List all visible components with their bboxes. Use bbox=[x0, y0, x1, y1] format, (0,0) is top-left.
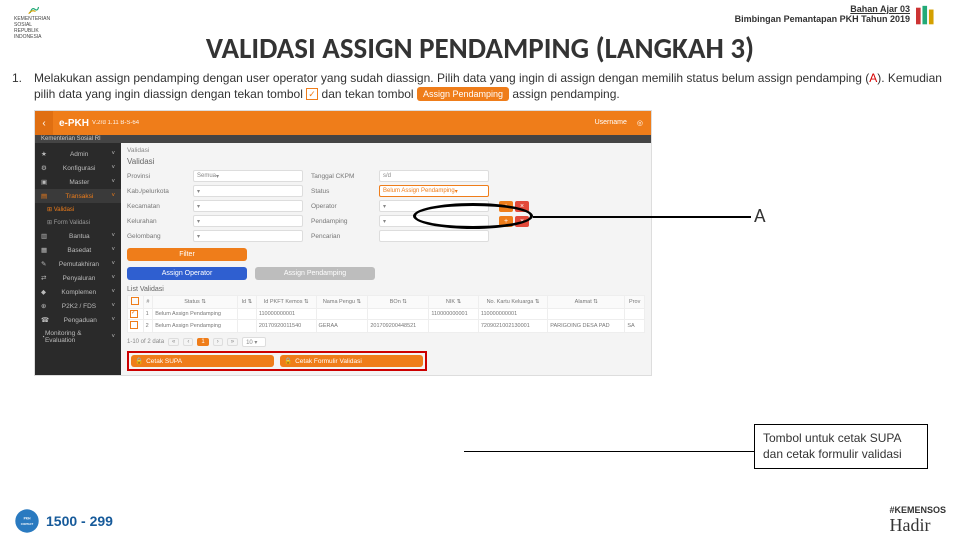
settings-icon[interactable]: ◎ bbox=[637, 119, 643, 127]
sidebar-sub-validasi[interactable]: ⊞ Validasi bbox=[35, 203, 121, 216]
checkbox-icon bbox=[306, 88, 318, 100]
status-select[interactable]: Belum Assign Pendamping ▾ bbox=[379, 185, 489, 197]
row-checkbox[interactable] bbox=[130, 321, 138, 329]
app-screenshot: ‹ e-PKH V.2rd 1.11 B-S-64 Username ◎ Kem… bbox=[34, 110, 652, 376]
print-buttons-group: 🔒 Cetak SUPA 🔒 Cetak Formulir Validasi bbox=[127, 351, 427, 371]
sidebar-item-p2k2[interactable]: ⊕ P2K2 / FDS˅ bbox=[35, 299, 121, 313]
list-title: List Validasi bbox=[127, 286, 645, 293]
sidebar-item-komplemen[interactable]: ◆ Komplemen˅ bbox=[35, 285, 121, 299]
sidebar-item-konfigurasi[interactable]: ⚙ Konfigurasi˅ bbox=[35, 161, 121, 175]
operator-select[interactable]: ▾ bbox=[379, 200, 489, 212]
pager-next[interactable]: › bbox=[213, 338, 223, 346]
callout-text: Tombol untuk cetak SUPA dan cetak formul… bbox=[754, 424, 928, 469]
op-add-btn[interactable]: + bbox=[499, 201, 513, 212]
breadcrumb: Validasi bbox=[127, 147, 645, 154]
sidebar: ★ Admin˅ ⚙ Konfigurasi˅ ▣ Master˅ ▤ Tran… bbox=[35, 143, 121, 375]
kab-select[interactable]: ▾ bbox=[193, 185, 303, 197]
pager-size-select[interactable]: 10 ▾ bbox=[242, 337, 266, 347]
row-checkbox[interactable] bbox=[130, 310, 138, 318]
sidebar-item-pengaduan[interactable]: ☎ Pengaduan˅ bbox=[35, 313, 121, 327]
cetak-formulir-button[interactable]: 🔒 Cetak Formulir Validasi bbox=[280, 355, 423, 367]
pencarian-input[interactable] bbox=[379, 230, 489, 242]
sidebar-sub-form-validasi[interactable]: ⊞ Form Validasi bbox=[35, 216, 121, 229]
pd-del-btn[interactable]: × bbox=[515, 216, 529, 227]
doc-header: Bahan Ajar 03 Bimbingan Pemantapan PKH T… bbox=[735, 4, 910, 24]
assign-pendamping-inline-btn: Assign Pendamping bbox=[417, 87, 509, 101]
validasi-table: #Status ⇅Id ⇅Id PKFT Kemos ⇅Nama Pengu ⇅… bbox=[127, 295, 645, 333]
sidebar-item-basedat[interactable]: ▦ Basedat˅ bbox=[35, 243, 121, 257]
tanggal-input[interactable]: s/d bbox=[379, 170, 489, 182]
kemensos-logo: KEMENTERIAN SOSIAL REPUBLIK INDONESIA bbox=[14, 4, 54, 40]
assign-pendamping-button[interactable]: Assign Pendamping bbox=[255, 267, 375, 280]
kelurahan-select[interactable]: ▾ bbox=[193, 215, 303, 227]
slide-title: VALIDASI ASSIGN PENDAMPING (LANGKAH 3) bbox=[0, 30, 960, 66]
sidebar-item-monev[interactable]: ◔ Monitoring & Evaluation˅ bbox=[35, 327, 121, 347]
op-del-btn[interactable]: × bbox=[515, 201, 529, 212]
sidebar-item-bantua[interactable]: ▥ Bantua˅ bbox=[35, 229, 121, 243]
annotation-label-a: A bbox=[754, 204, 766, 228]
sidebar-item-transaksi[interactable]: ▤ Transaksi˅ bbox=[35, 189, 121, 203]
pager-last[interactable]: » bbox=[227, 338, 238, 346]
contact-number: PKHCONTACT 1500 - 299 bbox=[14, 508, 113, 534]
pager-page-1[interactable]: 1 bbox=[197, 338, 208, 346]
filter-button[interactable]: Filter bbox=[127, 248, 247, 261]
gelombang-select[interactable]: ▾ bbox=[193, 230, 303, 242]
app-brand: e-PKH bbox=[59, 118, 89, 129]
back-button[interactable]: ‹ bbox=[35, 111, 53, 135]
sidebar-item-master[interactable]: ▣ Master˅ bbox=[35, 175, 121, 189]
cetak-supa-button[interactable]: 🔒 Cetak SUPA bbox=[131, 355, 274, 367]
user-menu[interactable]: Username bbox=[595, 119, 627, 127]
assign-operator-button[interactable]: Assign Operator bbox=[127, 267, 247, 280]
table-row[interactable]: 2Belum Assign Pendamping20170920011540GE… bbox=[128, 320, 645, 333]
kemensos-hadir-logo: #KEMENSOS Hadir bbox=[889, 505, 946, 536]
pendamping-select[interactable]: ▾ bbox=[379, 215, 489, 227]
pager-prev[interactable]: ‹ bbox=[183, 338, 193, 346]
sidebar-item-penyaluran[interactable]: ⇄ Penyaluran˅ bbox=[35, 271, 121, 285]
provinsi-select[interactable]: Semua ▾ bbox=[193, 170, 303, 182]
svg-text:PKH: PKH bbox=[24, 516, 32, 520]
pager-first[interactable]: « bbox=[168, 338, 179, 346]
annotation-line-callout bbox=[464, 451, 754, 452]
select-all-checkbox[interactable] bbox=[131, 297, 139, 305]
pd-add-btn[interactable]: + bbox=[499, 216, 513, 227]
table-row[interactable]: 1Belum Assign Pendamping1100000000011100… bbox=[128, 309, 645, 320]
svg-text:CONTACT: CONTACT bbox=[21, 521, 34, 525]
sidebar-item-admin[interactable]: ★ Admin˅ bbox=[35, 147, 121, 161]
sidebar-item-pemutakhiran[interactable]: ✎ Pemutakhiran˅ bbox=[35, 257, 121, 271]
panel-title: Validasi bbox=[127, 157, 645, 166]
kecamatan-select[interactable]: ▾ bbox=[193, 200, 303, 212]
pkh-logo bbox=[910, 4, 946, 40]
instruction-text: 1. Melakukan assign pendamping dengan us… bbox=[0, 66, 960, 106]
